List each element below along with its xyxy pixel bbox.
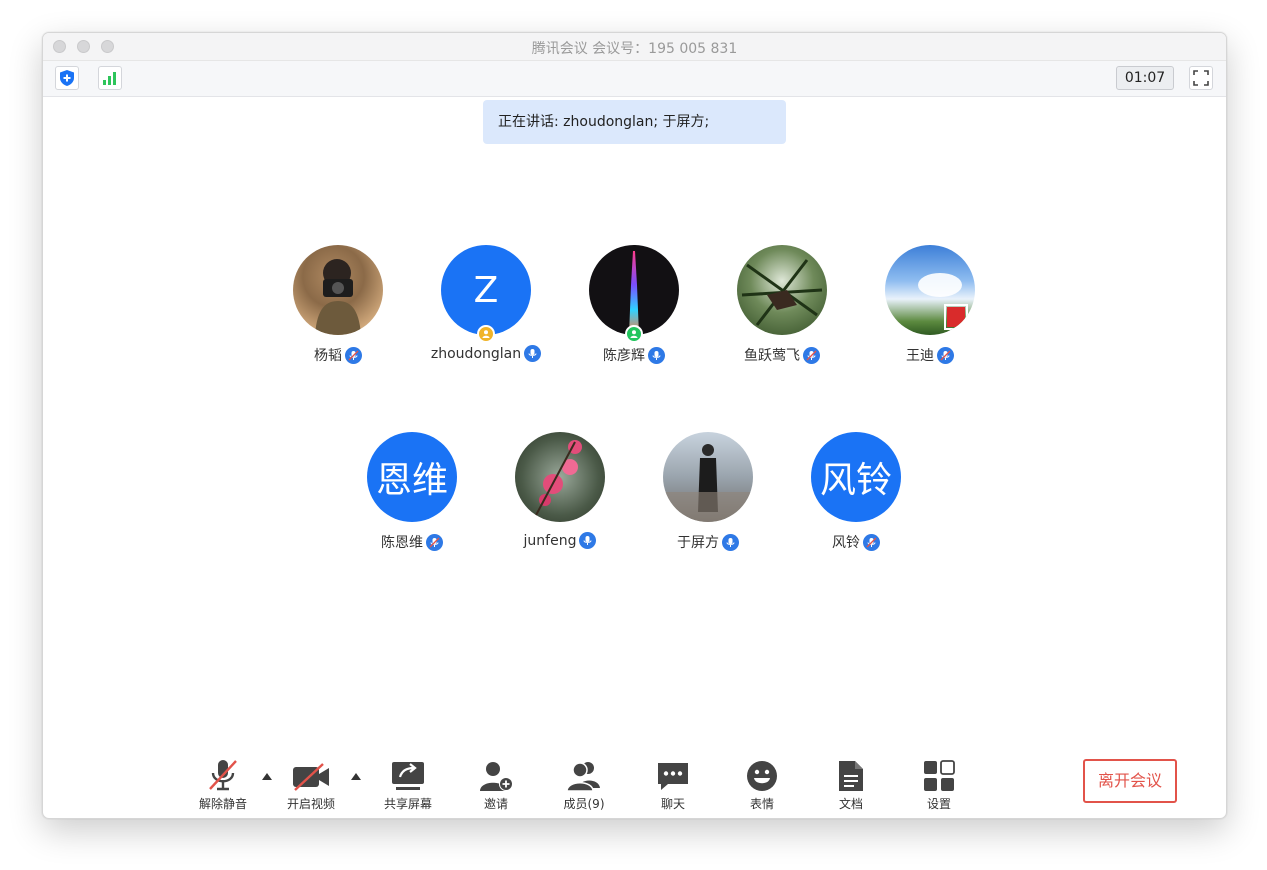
mic-muted-icon [345,346,362,364]
avatar-photo [315,259,361,335]
avatar-photo [629,251,639,335]
documents-button[interactable]: 文档 [816,756,886,812]
avatar [515,432,605,522]
unmute-button[interactable]: 解除静音 [188,756,258,812]
window-title: 腾讯会议 会议号：195 005 831 [531,41,738,57]
participant-tile[interactable]: 陈彦辉 [559,245,709,365]
meeting-top-bar: 01:07 [43,61,1226,97]
documents-label: 文档 [838,797,863,811]
title-bar: 腾讯会议 会议号：195 005 831 [43,33,1226,61]
participant-tile[interactable]: 恩维 陈恩维 [337,432,487,552]
avatar [663,432,753,522]
avatar [885,245,975,335]
mic-on-icon [722,533,739,551]
chat-label: 聊天 [660,797,685,811]
avatar-photo [663,444,753,522]
add-user-icon [480,762,513,791]
smiley-icon [747,761,777,791]
mic-muted-icon [803,346,820,364]
start-video-label: 开启视频 [286,797,335,811]
host-badge-icon [477,325,495,343]
avatar [589,245,679,343]
invite-label: 邀请 [483,797,508,811]
mic-on-icon [579,532,597,549]
active-speaker-banner: 正在讲话: zhoudonglan; 于屏方; [483,100,786,144]
share-screen-icon [392,762,424,790]
avatar [293,245,383,335]
network-status-button[interactable] [98,66,122,90]
fullscreen-button[interactable] [1189,66,1213,90]
participant-name: junfeng [523,532,577,549]
invite-button[interactable]: 邀请 [461,756,531,812]
mic-on-icon [524,345,542,362]
share-screen-label: 共享屏幕 [383,797,432,811]
reactions-button[interactable]: 表情 [727,756,797,812]
participant-tile[interactable]: 风铃 风铃 [781,432,931,552]
participant-name: 杨韬 [314,348,342,364]
chat-button[interactable]: 聊天 [638,756,708,812]
participant-tile[interactable]: junfeng [485,432,635,549]
members-label: 成员(9) [563,797,605,811]
participant-tile[interactable]: 杨韬 [263,245,413,365]
avatar-initial: 恩维 [375,460,448,501]
start-video-button[interactable]: 开启视频 [276,756,346,812]
participant-name: zhoudonglan [430,345,522,362]
avatar-photo [534,440,582,518]
avatar-photo [741,259,823,326]
participant-tile[interactable]: 鱼跃莺飞 [707,245,857,365]
mic-muted-icon [863,533,880,551]
participant-tile[interactable]: 于屏方 [633,432,783,552]
avatar [737,245,827,335]
participant-tile[interactable]: Z zhoudonglan [411,245,561,362]
unmute-label: 解除静音 [198,797,247,811]
signal-bars-icon [103,72,116,85]
members-icon [566,762,600,792]
meeting-timer: 01:07 [1116,66,1174,90]
chat-icon [658,763,688,790]
avatar: 风铃 [811,432,901,522]
participant-name: 王迪 [906,348,934,364]
audio-options-caret[interactable] [262,773,272,780]
mic-on-icon [648,346,665,364]
shield-icon [60,70,74,86]
avatar: Z [441,245,531,343]
fullscreen-icon [1193,70,1209,86]
participant-name: 风铃 [832,535,860,551]
avatar: 恩维 [367,432,457,522]
avatar-photo [918,273,968,330]
security-button[interactable] [55,66,79,90]
avatar-initial: 风铃 [819,460,892,501]
video-options-caret[interactable] [351,773,361,780]
grid-settings-icon [924,760,955,791]
participant-name: 陈恩维 [381,535,423,551]
participant-name: 鱼跃莺飞 [744,348,800,364]
mic-muted-icon [426,533,443,551]
participant-tile[interactable]: 王迪 [855,245,1005,365]
settings-label: 设置 [926,797,951,811]
leave-meeting-button[interactable]: 离开会议 [1083,759,1177,803]
participant-name: 于屏方 [677,535,719,551]
participant-name: 陈彦辉 [603,348,645,364]
members-button[interactable]: 成员(9) [549,756,619,812]
settings-button[interactable]: 设置 [904,756,974,812]
camera-off-icon [293,763,329,791]
document-icon [839,761,863,791]
cohost-badge-icon [625,325,643,343]
mic-muted-icon [937,346,954,364]
mic-muted-icon [209,760,237,791]
avatar-initial: Z [473,269,499,311]
meeting-window: 腾讯会议 会议号：195 005 831 01:07 正在讲话: zhoudon… [42,32,1227,819]
reactions-label: 表情 [749,797,774,811]
share-screen-button[interactable]: 共享屏幕 [373,756,443,812]
